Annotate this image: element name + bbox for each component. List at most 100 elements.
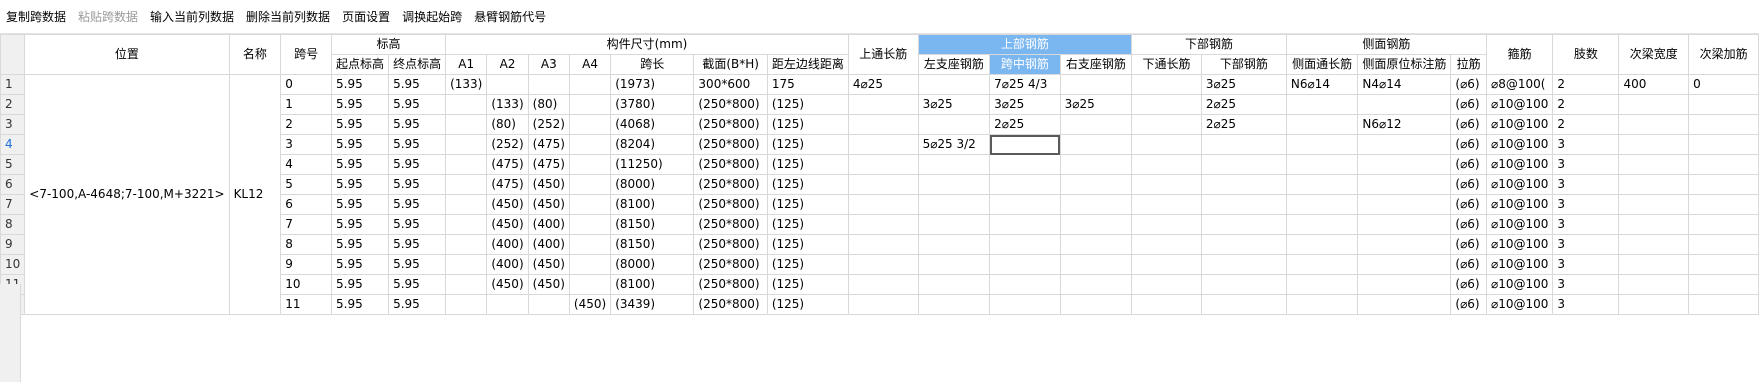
row-number[interactable]: 1 (0, 74, 26, 95)
cell-left[interactable]: (125) (766, 254, 849, 275)
cell-tie[interactable]: (⌀6) (1450, 114, 1487, 135)
cell-sec[interactable]: (250*800) (693, 114, 768, 135)
cell-left[interactable]: (125) (766, 294, 849, 315)
cell-legs[interactable]: 3 (1552, 194, 1620, 215)
cell-sec[interactable]: (250*800) (693, 294, 768, 315)
cell-tie[interactable]: (⌀6) (1450, 254, 1487, 275)
cell-rsup[interactable]: 3⌀25 (1059, 94, 1133, 115)
cell-a2[interactable]: (400) (486, 234, 529, 255)
cell-len[interactable]: (4068) (610, 114, 695, 135)
cell-a3[interactable] (527, 294, 570, 315)
cell-a4[interactable] (568, 254, 612, 275)
cell-a1[interactable] (445, 134, 488, 155)
row-number[interactable]: 4 (0, 134, 26, 155)
cell-a3[interactable]: (450) (527, 194, 570, 215)
cell-tie[interactable]: (⌀6) (1450, 94, 1487, 115)
cell-botthru[interactable] (1131, 234, 1202, 255)
col-legs[interactable]: 肢数 (1552, 34, 1620, 75)
cell-sidethru[interactable] (1285, 234, 1359, 255)
cell-start[interactable]: 5.95 (331, 114, 390, 135)
cell-sba[interactable] (1688, 134, 1759, 155)
row-number[interactable]: 3 (0, 114, 26, 135)
cell-legs[interactable]: 3 (1552, 294, 1620, 315)
cell-sbw[interactable] (1618, 214, 1690, 235)
cell-a4[interactable] (568, 174, 612, 195)
cell-legs[interactable]: 3 (1552, 234, 1620, 255)
cell-left[interactable]: (125) (766, 274, 849, 295)
cell-sba[interactable] (1688, 154, 1759, 175)
cell-tie[interactable]: (⌀6) (1450, 234, 1487, 255)
cell-a2[interactable]: (450) (486, 214, 529, 235)
cell-lsup[interactable] (917, 214, 991, 235)
cell-span-no[interactable]: 3 (280, 134, 333, 155)
cell-lsup[interactable] (917, 174, 991, 195)
cell-topthru[interactable] (847, 94, 919, 115)
cell-legs[interactable]: 3 (1552, 254, 1620, 275)
cell-lsup[interactable] (917, 294, 991, 315)
col-bottom-through[interactable]: 下通长筋 (1131, 54, 1202, 75)
row-number[interactable]: 9 (0, 234, 26, 255)
cell-sideorig[interactable] (1357, 254, 1452, 275)
cell-a1[interactable] (445, 234, 488, 255)
cell-sbw[interactable] (1618, 274, 1690, 295)
col-bottom-bar[interactable]: 下部钢筋 (1200, 54, 1287, 75)
cell-botthru[interactable] (1131, 134, 1202, 155)
col-stirrup[interactable]: 箍筋 (1485, 34, 1554, 75)
col-side-through[interactable]: 侧面通长筋 (1285, 54, 1359, 75)
row-number[interactable]: 5 (0, 154, 26, 175)
cell-a2[interactable]: (475) (486, 174, 529, 195)
cell-a3[interactable]: (400) (527, 234, 570, 255)
cell-len[interactable]: (1973) (610, 74, 695, 95)
cell-stirrup[interactable]: ⌀10@100 (1485, 154, 1554, 175)
cell-sba[interactable] (1688, 174, 1759, 195)
cell-botthru[interactable] (1131, 114, 1202, 135)
cell-start[interactable]: 5.95 (331, 134, 390, 155)
cell-sideorig[interactable]: N4⌀14 (1357, 74, 1452, 95)
cell-bot[interactable] (1200, 194, 1287, 215)
cell-a3[interactable]: (400) (527, 214, 570, 235)
cell-tie[interactable]: (⌀6) (1450, 294, 1487, 315)
cell-botthru[interactable] (1131, 74, 1202, 95)
col-span-length[interactable]: 跨长 (610, 54, 695, 75)
cell-legs[interactable]: 3 (1552, 174, 1620, 195)
cell-start[interactable]: 5.95 (331, 254, 390, 275)
cell-legs[interactable]: 3 (1552, 154, 1620, 175)
cell-span-no[interactable]: 8 (280, 234, 333, 255)
cell-bot[interactable]: 2⌀25 (1200, 94, 1287, 115)
cell-a4[interactable] (568, 214, 612, 235)
cell-sec[interactable]: 300*600 (693, 74, 768, 95)
cell-end[interactable]: 5.95 (388, 134, 447, 155)
cell-topthru[interactable] (847, 174, 919, 195)
cell-start[interactable]: 5.95 (331, 94, 390, 115)
cell-end[interactable]: 5.95 (388, 174, 447, 195)
cell-mid[interactable] (989, 254, 1061, 275)
cell-stirrup[interactable]: ⌀10@100 (1485, 294, 1554, 315)
cell-sba[interactable] (1688, 94, 1759, 115)
cell-lsup[interactable]: 5⌀25 3/2 (917, 134, 991, 155)
cell-sec[interactable]: (250*800) (693, 274, 768, 295)
row-number[interactable]: 2 (0, 94, 26, 115)
cell-mid[interactable] (989, 234, 1061, 255)
cell-sidethru[interactable] (1285, 194, 1359, 215)
cell-span-no[interactable]: 1 (280, 94, 333, 115)
cell-botthru[interactable] (1131, 254, 1202, 275)
copy-span-data-button[interactable]: 复制跨数据 (6, 8, 66, 25)
cell-botthru[interactable] (1131, 214, 1202, 235)
cell-legs[interactable]: 2 (1552, 74, 1620, 95)
cell-botthru[interactable] (1131, 154, 1202, 175)
cell-left[interactable]: 175 (766, 74, 849, 95)
cell-sidethru[interactable] (1285, 94, 1359, 115)
cell-sba[interactable] (1688, 274, 1759, 295)
cell-legs[interactable]: 3 (1552, 274, 1620, 295)
cell-sec[interactable]: (250*800) (693, 254, 768, 275)
col-name[interactable]: 名称 (228, 34, 282, 75)
cell-tie[interactable]: (⌀6) (1450, 274, 1487, 295)
cell-rsup[interactable] (1059, 194, 1133, 215)
cell-left[interactable]: (125) (766, 114, 849, 135)
cell-bot[interactable]: 3⌀25 (1200, 74, 1287, 95)
cell-a2[interactable]: (133) (486, 94, 529, 115)
cell-tie[interactable]: (⌀6) (1450, 74, 1487, 95)
cell-end[interactable]: 5.95 (388, 94, 447, 115)
cell-sideorig[interactable] (1357, 94, 1452, 115)
cell-mid[interactable]: 7⌀25 4/3 (989, 74, 1061, 95)
